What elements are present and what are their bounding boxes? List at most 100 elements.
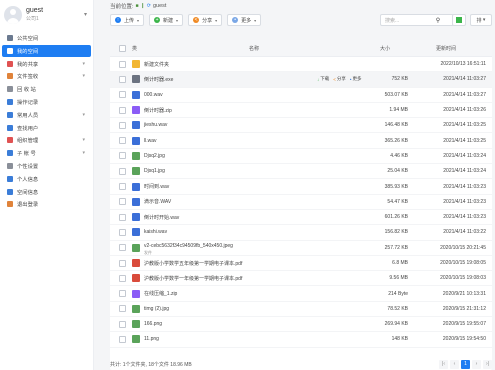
- file-name[interactable]: ll.wav: [144, 138, 157, 144]
- file-name[interactable]: Djsq2.jpg: [144, 153, 165, 159]
- table-row[interactable]: 倒计时器.exe ↓ 下载 < 分享 • 更多 752 KB 2021/4/14 11:03:2…: [110, 72, 492, 88]
- sidebar-item[interactable]: 我的空间: [2, 44, 91, 57]
- share-action[interactable]: < 分享: [333, 76, 346, 82]
- last-page-button[interactable]: ›|: [483, 359, 492, 369]
- file-name[interactable]: 166.png: [144, 321, 162, 327]
- sidebar-item[interactable]: 组织管理 ▾: [0, 134, 93, 146]
- row-checkbox[interactable]: [119, 244, 126, 252]
- row-checkbox[interactable]: [119, 167, 126, 175]
- table-row[interactable]: 时间到.wav 385.93 KB 2021/4/14 11:03:23: [110, 179, 492, 195]
- share-button[interactable]: < 分享 ▾: [188, 14, 223, 26]
- row-checkbox[interactable]: [119, 183, 126, 191]
- chevron-down-icon: ▾: [176, 17, 179, 23]
- file-name[interactable]: timg (2).jpg: [144, 306, 169, 312]
- prev-page-button[interactable]: ‹: [450, 359, 459, 369]
- file-name[interactable]: 滴示音.WAV: [144, 198, 171, 205]
- search-placeholder: 搜索...: [385, 17, 400, 24]
- row-checkbox[interactable]: [119, 274, 126, 282]
- table-row[interactable]: jieshu.wav 146.48 KB 2021/4/14 11:03:25: [110, 118, 492, 134]
- row-checkbox[interactable]: [119, 335, 126, 343]
- row-checkbox[interactable]: [119, 320, 126, 328]
- user-menu[interactable]: guest 公司1 ▾: [0, 0, 93, 30]
- file-name[interactable]: 倒计时开始.wav: [144, 214, 179, 221]
- row-checkbox[interactable]: [119, 121, 126, 129]
- page-button[interactable]: 1: [461, 359, 470, 369]
- sidebar-item[interactable]: 常用人员 ▾: [0, 109, 93, 121]
- table-row[interactable]: timg (2).jpg 78.52 KB 2020/9/15 21:31:12: [110, 302, 492, 318]
- sidebar-item[interactable]: 个性设置: [0, 160, 93, 172]
- file-name[interactable]: 新建文件夹: [144, 61, 169, 68]
- row-checkbox[interactable]: [119, 106, 126, 114]
- col-time[interactable]: 更新时间: [436, 45, 456, 52]
- file-name[interactable]: 沪教版小学数学五年级第一学期电子课本.pdf: [144, 260, 242, 267]
- more-action[interactable]: • 更多: [350, 76, 362, 82]
- row-checkbox[interactable]: [119, 305, 126, 313]
- row-checkbox[interactable]: [119, 152, 126, 160]
- table-row[interactable]: 倒计时器.zip 1.94 MB 2021/4/14 11:03:26: [110, 103, 492, 119]
- file-name[interactable]: 倒计时器.exe: [144, 76, 173, 83]
- first-page-button[interactable]: |‹: [439, 359, 448, 369]
- table-row[interactable]: 沪教版小学数学一年级第一学期电子课本.pdf 9.56 MB 2020/10/15 …: [110, 271, 492, 287]
- file-name[interactable]: 在线压缩_1.zip: [144, 290, 177, 297]
- row-checkbox[interactable]: [119, 259, 126, 267]
- sidebar-item[interactable]: 子 帐 号 ▾: [0, 147, 93, 159]
- col-name[interactable]: 名称: [249, 45, 259, 52]
- col-size[interactable]: 大小: [380, 45, 390, 52]
- row-checkbox[interactable]: [119, 75, 126, 83]
- table-row[interactable]: 000.wav 503.07 KB 2021/4/14 11:03:27: [110, 88, 492, 103]
- col-type[interactable]: 类: [132, 45, 137, 52]
- row-checkbox[interactable]: [119, 228, 126, 236]
- sidebar-item[interactable]: 查找用户: [0, 122, 93, 134]
- file-name[interactable]: Djsq1.jpg: [144, 168, 165, 174]
- file-name[interactable]: 000.wav: [144, 92, 163, 98]
- row-checkbox[interactable]: [119, 290, 126, 298]
- table-row[interactable]: 倒计时开始.wav 601.26 KB 2021/4/14 11:03:23: [110, 210, 492, 226]
- row-checkbox[interactable]: [119, 137, 126, 145]
- table-row[interactable]: 沪教版小学数学五年级第一学期电子课本.pdf 6.8 MB 2020/10/15 1…: [110, 256, 492, 272]
- table-row[interactable]: Djsq1.jpg 25.04 KB 2021/4/14 11:03:24: [110, 164, 492, 180]
- file-name[interactable]: 倒计时器.zip: [144, 107, 172, 114]
- file-name[interactable]: 沪教版小学数学一年级第一学期电子课本.pdf: [144, 275, 242, 282]
- back-icon[interactable]: ❙: [141, 3, 145, 9]
- sidebar-item[interactable]: 我的共享 ▾: [0, 58, 93, 70]
- file-name[interactable]: 时间到.wav: [144, 183, 169, 190]
- search-icon[interactable]: ⚲: [433, 14, 443, 26]
- search-input[interactable]: 搜索... ▾: [380, 14, 460, 26]
- table-row[interactable]: ll.wav 365.26 KB 2021/4/14 11:03:25: [110, 133, 492, 149]
- sidebar-item[interactable]: 文件签收 ▾: [0, 70, 93, 82]
- sidebar-item[interactable]: 空间信息: [0, 186, 93, 198]
- sidebar-item[interactable]: 公共空间: [0, 32, 93, 44]
- sidebar-item[interactable]: 个人信息: [0, 173, 93, 185]
- create-button[interactable]: + 新建 ▾: [149, 14, 184, 26]
- file-name[interactable]: 11.png: [144, 336, 159, 342]
- row-checkbox[interactable]: [119, 91, 126, 99]
- image-icon: [132, 320, 140, 329]
- table-row[interactable]: 滴示音.WAV 54.47 KB 2021/4/14 11:03:23: [110, 195, 492, 210]
- row-checkbox[interactable]: [119, 198, 126, 206]
- sidebar-item[interactable]: 回 收 站: [0, 83, 93, 95]
- grid-view-button[interactable]: [452, 14, 466, 26]
- file-name[interactable]: jieshu.wav: [144, 122, 167, 128]
- table-row[interactable]: v2-cebc5632f34c94509fb_540x450.jpeg 发件 257…: [110, 241, 492, 256]
- row-checkbox[interactable]: [119, 60, 126, 68]
- table-row[interactable]: 新建文件夹 2022/10/13 16:51:11: [110, 57, 492, 73]
- download-action[interactable]: ↓ 下载: [317, 76, 329, 82]
- table-row[interactable]: 166.png 269.94 KB 2020/9/15 19:55:07: [110, 317, 492, 333]
- table-row[interactable]: kaishi.wav 156.82 KB 2021/4/14 11:03:22: [110, 225, 492, 241]
- more-button[interactable]: • 更多 ▾: [227, 14, 262, 26]
- upload-button[interactable]: ↑ 上传 ▾: [110, 14, 145, 26]
- table-row[interactable]: Djsq2.jpg 4.46 KB 2021/4/14 11:03:24: [110, 149, 492, 165]
- next-page-button[interactable]: ›: [472, 359, 481, 369]
- table-row[interactable]: 11.png 148 KB 2020/9/15 19:54:50: [110, 332, 492, 348]
- refresh-icon[interactable]: ⟳: [147, 3, 151, 9]
- breadcrumb-path[interactable]: guest: [153, 3, 166, 9]
- table-row[interactable]: 在线压缩_1.zip 214 Byte 2020/9/21 10:13:31: [110, 286, 492, 302]
- sidebar-item[interactable]: 操作记录: [0, 96, 93, 108]
- file-name[interactable]: kaishi.wav: [144, 229, 167, 235]
- file-name[interactable]: v2-cebc5632f34c94509fb_540x450.jpeg: [144, 243, 233, 249]
- home-icon[interactable]: ■: [136, 3, 139, 9]
- row-checkbox[interactable]: [119, 213, 126, 221]
- select-all-checkbox[interactable]: [119, 44, 126, 52]
- sidebar-item[interactable]: 退出登录: [0, 198, 93, 210]
- sort-button[interactable]: 排 ▾: [470, 14, 492, 26]
